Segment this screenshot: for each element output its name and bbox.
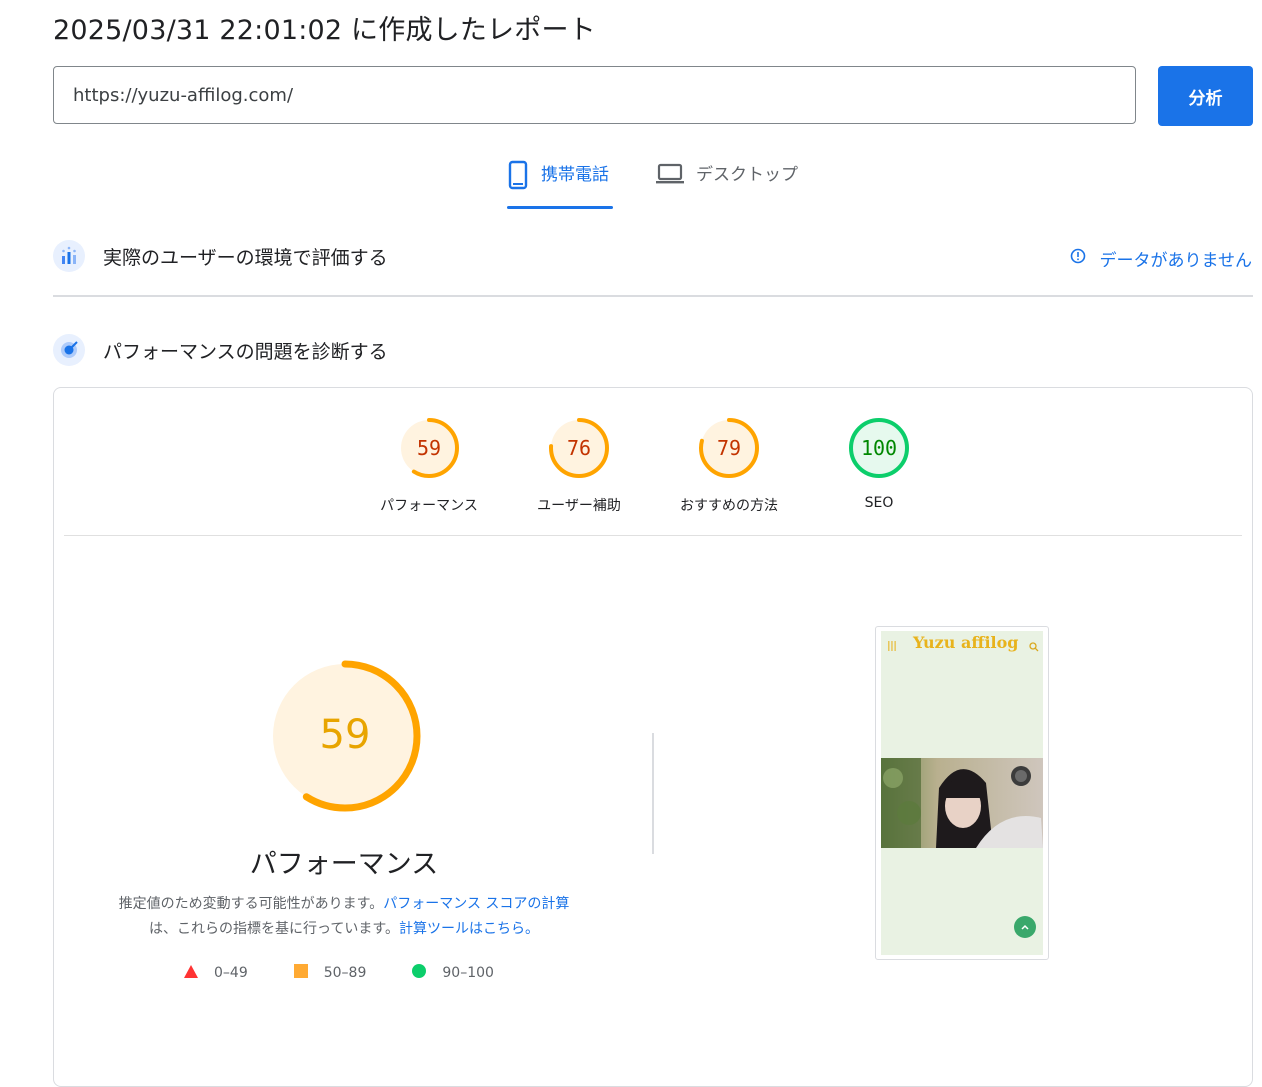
report-card: 59 パフォーマンス 76 ユーザー補助 79 おすすめの方法 100 SEO … <box>53 387 1253 1087</box>
main-score-value: 59 <box>320 712 371 758</box>
tab-mobile[interactable]: 携帯電話 <box>507 160 609 210</box>
scroll-top-button <box>1014 916 1036 938</box>
active-tab-indicator <box>507 206 613 209</box>
legend-average-range: 50–89 <box>323 965 367 981</box>
vertical-divider <box>652 733 654 854</box>
main-score-label: パフォーマンス <box>249 849 439 880</box>
phone-icon <box>507 160 529 195</box>
legend-pass-range: 90–100 <box>442 965 494 981</box>
laptop-icon <box>656 160 684 191</box>
score-label: SEO <box>864 495 894 511</box>
gauge-ring: 79 <box>699 418 759 478</box>
score-value: 100 <box>861 436 897 460</box>
triangle-icon <box>184 964 198 982</box>
menu-icon <box>887 637 897 656</box>
report-title: 2025/03/31 22:01:02 に作成したレポート <box>53 15 596 46</box>
tab-desktop[interactable]: デスクトップ <box>656 160 798 210</box>
score-gauge-seo[interactable]: 100 SEO <box>819 417 939 511</box>
score-label: おすすめの方法 <box>680 498 778 514</box>
score-legend: 0–49 50–89 90–100 <box>184 964 494 982</box>
tab-mobile-label: 携帯電話 <box>541 165 609 185</box>
lab-data-icon <box>53 334 85 366</box>
legend-average: 50–89 <box>293 964 367 982</box>
card-divider <box>64 535 1242 536</box>
url-input-value: https://yuzu-affilog.com/ <box>73 84 294 106</box>
gauge-ring: 76 <box>549 418 609 478</box>
score-calc-link[interactable]: パフォーマンス スコアの計算 <box>383 896 569 912</box>
url-input[interactable]: https://yuzu-affilog.com/ <box>53 66 1136 124</box>
gauge-ring: 59 <box>399 418 459 478</box>
page-screenshot[interactable]: Yuzu affilog <box>875 626 1049 960</box>
site-logo: Yuzu affilog <box>913 633 1019 652</box>
score-description: 推定値のため変動する可能性があります。パフォーマンス スコアの計算 は、これらの… <box>84 892 604 942</box>
score-value: 59 <box>417 436 441 460</box>
legend-fail-range: 0–49 <box>214 965 248 981</box>
info-icon <box>1070 248 1086 269</box>
main-performance-gauge: 59 <box>269 660 421 812</box>
lab-data-section: パフォーマンスの問題を診断する <box>53 334 388 366</box>
field-data-section: 実際のユーザーの環境で評価する <box>53 240 388 272</box>
lab-data-heading: パフォーマンスの問題を診断する <box>103 340 388 363</box>
hero-image <box>881 758 1043 848</box>
square-icon <box>293 964 308 982</box>
device-tabs: 携帯電話 デスクトップ <box>0 160 1262 210</box>
screenshot-screen: Yuzu affilog <box>881 631 1043 955</box>
calculator-link[interactable]: 計算ツールはこちら。 <box>399 921 539 937</box>
score-gauge-best-practices[interactable]: 79 おすすめの方法 <box>669 417 789 515</box>
score-value: 79 <box>717 436 741 460</box>
no-data-text: データがありません <box>1099 251 1253 271</box>
gauge-ring: 100 <box>849 418 909 478</box>
tab-desktop-label: デスクトップ <box>696 165 798 185</box>
score-gauge-performance[interactable]: 59 パフォーマンス <box>369 417 489 515</box>
no-data-notice[interactable]: データがありません <box>1070 246 1253 271</box>
section-divider <box>53 295 1253 297</box>
legend-fail: 0–49 <box>184 964 248 982</box>
score-value: 76 <box>567 436 591 460</box>
desc-text-2: は、これらの指標を基に行っています。 <box>149 921 399 937</box>
analyze-button[interactable]: 分析 <box>1158 66 1253 126</box>
score-label: ユーザー補助 <box>537 498 621 514</box>
legend-pass: 90–100 <box>412 964 494 982</box>
field-data-icon <box>53 240 85 272</box>
field-data-heading: 実際のユーザーの環境で評価する <box>103 246 388 269</box>
circle-icon <box>412 964 427 982</box>
score-gauge-accessibility[interactable]: 76 ユーザー補助 <box>519 417 639 515</box>
search-icon <box>1029 637 1039 656</box>
desc-text-1: 推定値のため変動する可能性があります。 <box>118 896 384 912</box>
score-label: パフォーマンス <box>380 498 478 514</box>
